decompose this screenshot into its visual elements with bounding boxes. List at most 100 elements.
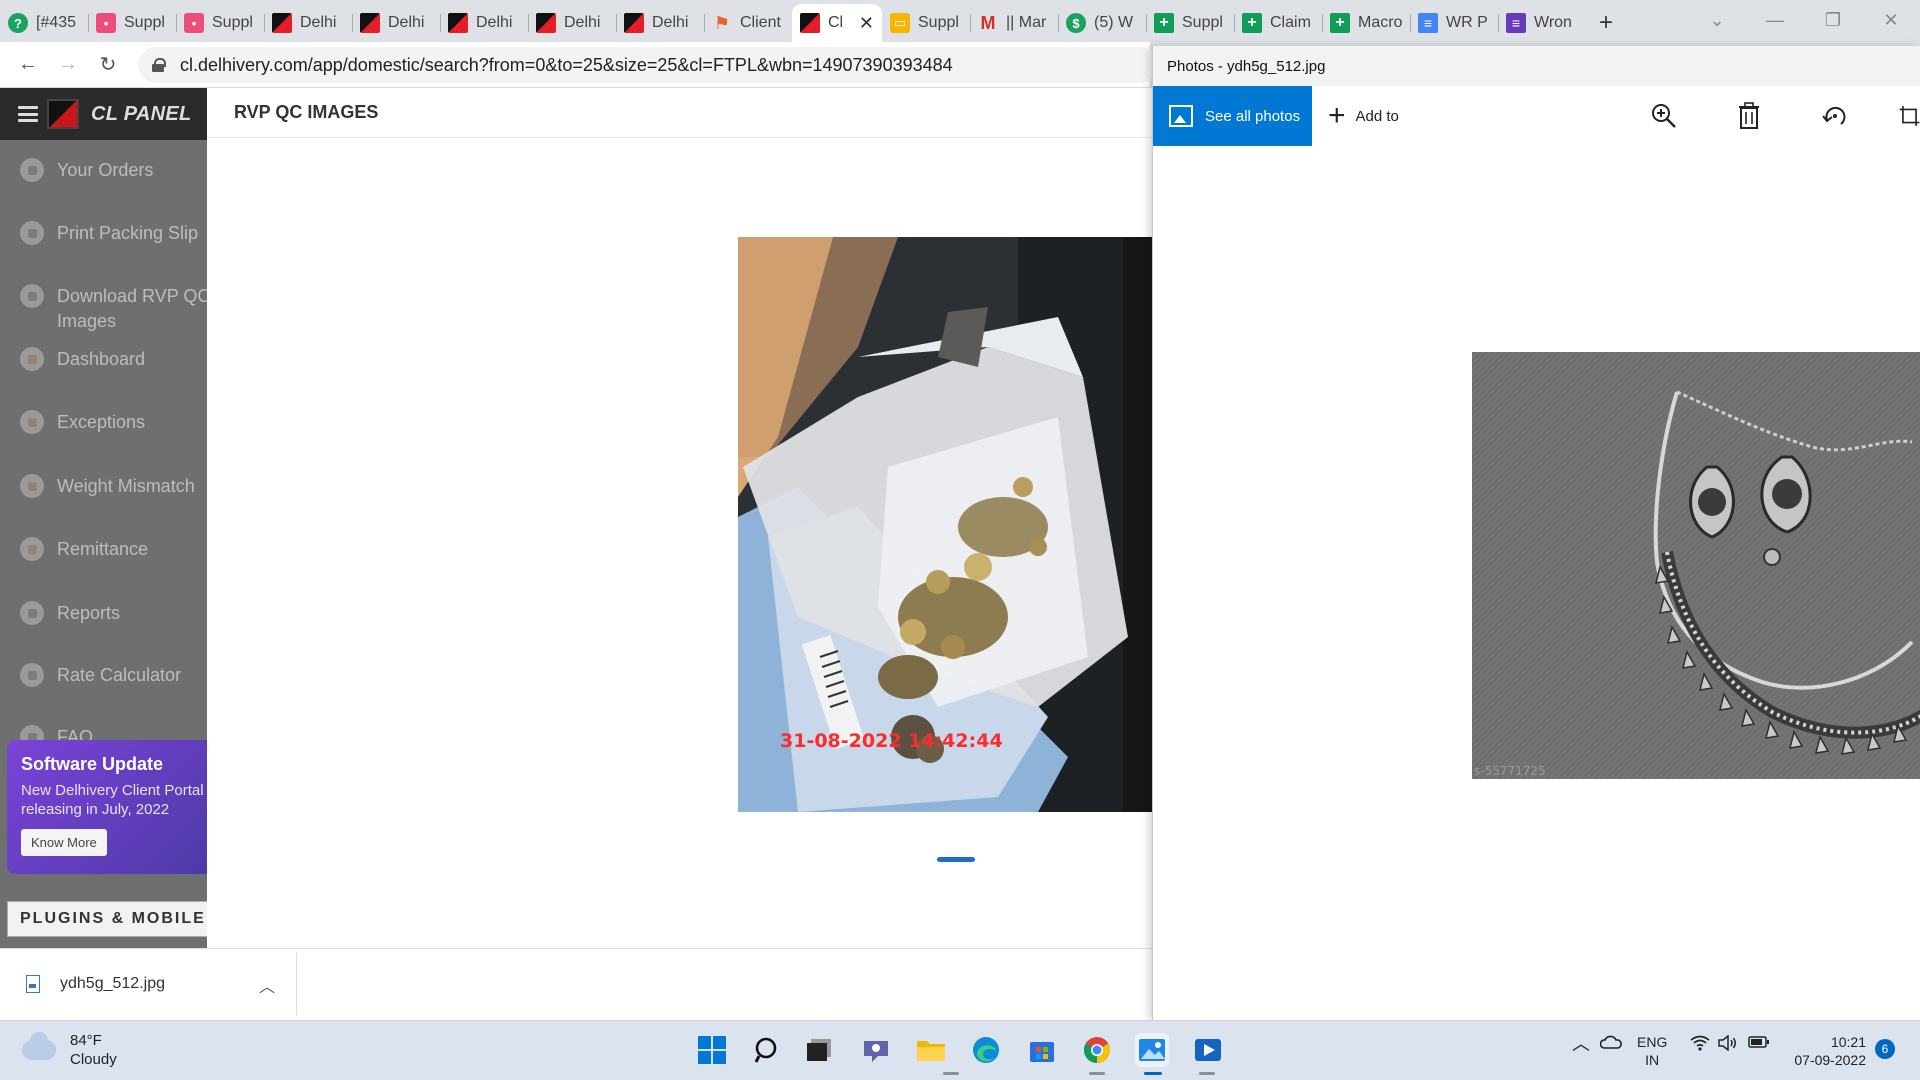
clock-time: 10:21 (1830, 1034, 1866, 1050)
clock-date: 07-09-2022 (1794, 1052, 1866, 1068)
sidebar-item-print-packing-slip[interactable]: Print Packing Slip (20, 221, 207, 246)
orders-icon (20, 158, 44, 182)
exceptions-icon (20, 410, 44, 434)
clock[interactable]: 10:21 07-09-2022 (1784, 1033, 1866, 1069)
browser-tab[interactable]: • Suppl (88, 4, 176, 42)
zoom-in-icon[interactable] (1648, 100, 1680, 132)
plugins-mobile-app-button[interactable]: PLUGINS & MOBILE APP (7, 901, 249, 937)
crop-icon[interactable] (1898, 100, 1920, 132)
carousel-indicator[interactable] (937, 857, 975, 862)
delete-icon[interactable] (1733, 100, 1765, 132)
sidebar-item-rate-calculator[interactable]: Rate Calculator (20, 663, 207, 688)
browser-tab[interactable]: Delhi (440, 4, 528, 42)
sidebar-item-remittance[interactable]: Remittance (20, 537, 207, 562)
photos-app-icon[interactable] (1135, 1033, 1169, 1067)
chrome-icon[interactable] (1080, 1033, 1114, 1067)
url-text[interactable]: cl.delhivery.com/app/domestic/search?fro… (180, 55, 953, 76)
microsoft-store-icon[interactable] (1025, 1033, 1059, 1067)
browser-tab[interactable]: ▭ Suppl (882, 4, 970, 42)
sidebar-item-your-orders[interactable]: Your Orders (20, 158, 207, 183)
browser-tab[interactable]: Delhi (528, 4, 616, 42)
sidebar-item-weight-mismatch[interactable]: Weight Mismatch (20, 474, 207, 499)
know-more-button[interactable]: Know More (21, 829, 107, 856)
browser-tab-strip: ? [#435 • Suppl • Suppl Delhi Delhi Delhi D… (0, 0, 1920, 42)
close-tab-icon[interactable]: ✕ (855, 13, 874, 34)
cloud-icon (22, 1032, 56, 1060)
software-update-banner: Software Update New Delhivery Client Por… (7, 740, 207, 874)
task-view-icon[interactable] (802, 1033, 836, 1067)
image-file-icon (26, 975, 40, 993)
address-bar[interactable]: cl.delhivery.com/app/domestic/search?fro… (138, 47, 1158, 83)
add-to-label: Add to (1355, 107, 1399, 125)
close-window-icon[interactable]: ✕ (1868, 0, 1914, 40)
reload-icon[interactable]: ↻ (88, 45, 128, 85)
calculator-icon (20, 663, 44, 687)
forward-arrow-icon[interactable]: → (48, 45, 88, 85)
volume-icon[interactable] (1718, 1034, 1738, 1055)
browser-tab-active[interactable]: Cl ✕ (792, 4, 882, 42)
running-indicator (1199, 1072, 1215, 1075)
browser-tab[interactable]: M || Mar (970, 4, 1058, 42)
see-all-photos-button[interactable]: See all photos (1153, 86, 1312, 146)
media-player-icon[interactable] (1191, 1033, 1225, 1067)
teams-chat-icon[interactable] (859, 1033, 893, 1067)
browser-tab[interactable]: + Claim (1234, 4, 1322, 42)
browser-tab[interactable]: ≡ Wron (1498, 4, 1586, 42)
weather-desc: Cloudy (70, 1051, 117, 1068)
browser-tab[interactable]: + Suppl (1146, 4, 1234, 42)
chevron-up-icon[interactable]: ︿ (259, 973, 275, 997)
add-to-button[interactable]: + Add to (1328, 101, 1399, 131)
jewelry-product-image[interactable]: s-55771725 (1472, 352, 1920, 779)
rotate-icon[interactable] (1819, 100, 1851, 132)
minimize-icon[interactable]: — (1752, 0, 1798, 40)
divider (296, 953, 297, 1015)
file-explorer-icon[interactable] (914, 1033, 948, 1067)
windows-taskbar: 84°F Cloudy ︿ ENG IN 10:21 07-09-2022 6 (0, 1020, 1920, 1080)
browser-tab[interactable]: • Suppl (176, 4, 264, 42)
dashboard-icon (20, 347, 44, 371)
sidebar-item-exceptions[interactable]: Exceptions (20, 410, 207, 435)
hamburger-menu-icon[interactable] (18, 106, 38, 122)
browser-tab[interactable]: Delhi (616, 4, 704, 42)
browser-tab[interactable]: ⚑ Client (704, 4, 792, 42)
download-item[interactable]: ydh5g_512.jpg (26, 975, 165, 993)
onedrive-cloud-icon[interactable] (1599, 1035, 1622, 1053)
notification-badge[interactable]: 6 (1875, 1039, 1895, 1059)
wifi-icon[interactable] (1690, 1035, 1710, 1055)
weight-icon (20, 474, 44, 498)
new-tab-button[interactable]: + (1586, 4, 1626, 42)
tray-overflow-chevron-icon[interactable]: ︿ (1572, 1035, 1590, 1053)
orange-flag-icon: ⚑ (713, 12, 731, 33)
qc-photo-timestamp: 31-08-2022 14:42:44 (780, 730, 1003, 752)
docs-icon: ≡ (1418, 13, 1438, 33)
browser-tab[interactable]: ≡ WR P (1410, 4, 1498, 42)
browser-tab[interactable]: $ (5) W (1058, 4, 1146, 42)
browser-tab[interactable]: ? [#435 (0, 4, 88, 42)
battery-icon[interactable] (1748, 1035, 1770, 1053)
browser-tab[interactable]: Delhi (264, 4, 352, 42)
browser-tab[interactable]: Delhi (352, 4, 440, 42)
sidebar-header: CL PANEL (0, 88, 207, 140)
lock-icon[interactable] (152, 58, 166, 72)
delhivery-logo (47, 99, 79, 129)
tab-search-chevron-icon[interactable]: ⌄ (1694, 0, 1740, 40)
sidebar-item-dashboard[interactable]: Dashboard (20, 347, 207, 372)
start-icon[interactable] (695, 1033, 729, 1067)
edge-icon[interactable] (969, 1033, 1003, 1067)
restore-icon[interactable]: ❐ (1810, 0, 1856, 40)
brand-title: CL PANEL (91, 102, 192, 125)
running-indicator (1089, 1072, 1105, 1075)
rvp-qc-photo[interactable]: 31-08-2022 14:42:44 (738, 237, 1158, 812)
photos-window-title: Photos - ydh5g_512.jpg (1153, 46, 1920, 86)
print-icon (20, 221, 44, 245)
weather-widget[interactable]: 84°F Cloudy (22, 1031, 117, 1069)
promo-text: New Delhivery Client Portal releasing in… (21, 782, 204, 818)
back-arrow-icon[interactable]: ← (8, 45, 48, 85)
browser-tab[interactable]: + Macro (1322, 4, 1410, 42)
download-icon (20, 284, 44, 308)
sidebar-item-download-rvp-qc-images[interactable]: Download RVP QC Images (20, 284, 207, 334)
search-icon[interactable] (751, 1033, 785, 1067)
language-indicator[interactable]: ENG IN (1637, 1033, 1667, 1069)
delhivery-icon (536, 13, 556, 33)
sidebar-item-reports[interactable]: Reports (20, 601, 207, 626)
